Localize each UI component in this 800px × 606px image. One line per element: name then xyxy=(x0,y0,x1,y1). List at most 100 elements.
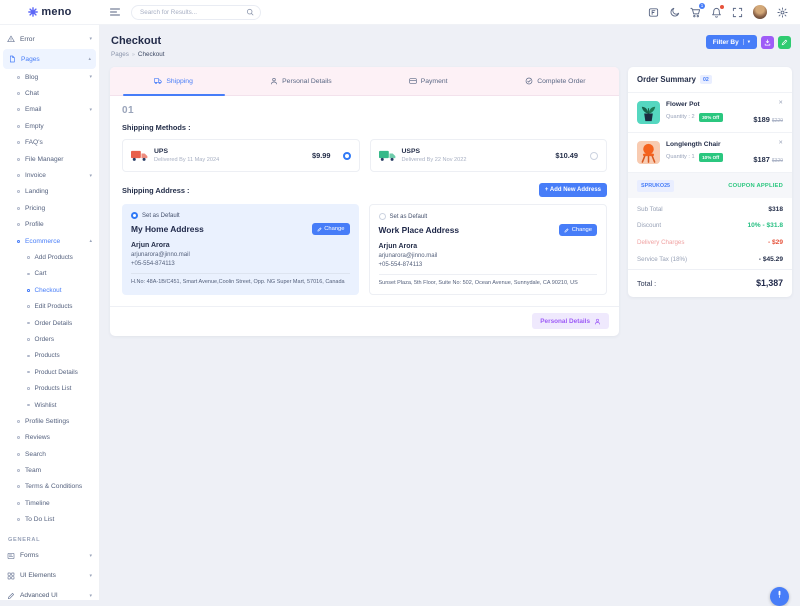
flower-pot-image xyxy=(637,101,660,124)
bullet-icon xyxy=(27,322,30,325)
sidebar-item-forms[interactable]: Forms ▾ xyxy=(0,546,99,566)
method-delivery: Delivered By 22 Nov 2022 xyxy=(402,157,467,163)
sidebar-item-terms-conditions[interactable]: Terms & Conditions xyxy=(0,479,99,495)
chevron-icon: ▴ xyxy=(88,56,91,62)
tab-payment[interactable]: Payment xyxy=(365,67,492,95)
total-label: Total : xyxy=(637,279,656,288)
download-button[interactable] xyxy=(761,36,774,49)
theme-switcher-button[interactable] xyxy=(770,587,789,606)
sidebar-item-invoice[interactable]: Invoice ▾ xyxy=(0,167,99,183)
sidebar-item-label: Orders xyxy=(35,336,55,343)
sidebar-item-ui-elements[interactable]: UI Elements ▾ xyxy=(0,566,99,586)
sidebar-item-label: Profile Settings xyxy=(25,418,69,425)
tab-personal-details[interactable]: Personal Details xyxy=(237,67,364,95)
cart-icon[interactable]: 1 xyxy=(690,7,701,18)
notifications-icon[interactable] xyxy=(711,7,722,18)
sidebar-item-products[interactable]: Products xyxy=(0,348,99,364)
close-icon[interactable]: ✕ xyxy=(778,101,783,107)
shipping-method-usps[interactable]: USPS Delivered By 22 Nov 2022 $10.49 xyxy=(370,139,608,172)
sidebar-toggle-icon[interactable] xyxy=(109,6,121,18)
add-new-address-button[interactable]: + Add New Address xyxy=(539,183,607,197)
sidebar-item-label: Terms & Conditions xyxy=(25,483,82,490)
edit-button[interactable] xyxy=(778,36,791,49)
navbar-actions: 1 xyxy=(648,5,800,19)
sidebar-item-profile-settings[interactable]: Profile Settings xyxy=(0,413,99,429)
breadcrumb-parent[interactable]: Pages xyxy=(111,51,129,58)
sidebar-item-ecommerce[interactable]: Ecommerce ▴ xyxy=(0,233,99,249)
tab-complete-order[interactable]: Complete Order xyxy=(492,67,619,95)
method-radio[interactable] xyxy=(590,152,598,160)
sidebar-item-reviews[interactable]: Reviews xyxy=(0,430,99,446)
bullet-icon xyxy=(17,485,20,488)
sidebar-item-label: Add Products xyxy=(35,254,73,261)
fullscreen-icon[interactable] xyxy=(732,7,743,18)
method-delivery: Delivered By 11 May 2024 xyxy=(154,157,219,163)
sidebar-item-profile[interactable]: Profile xyxy=(0,217,99,233)
bullet-icon xyxy=(17,436,20,439)
summary-label: Discount xyxy=(637,222,661,229)
method-radio[interactable] xyxy=(343,152,351,160)
sidebar-item-chat[interactable]: Chat xyxy=(0,85,99,101)
default-address-radio[interactable] xyxy=(131,212,138,219)
sidebar-item-faq-s[interactable]: FAQ's xyxy=(0,135,99,151)
set-default-label: Set as Default xyxy=(390,214,428,220)
sidebar-item-edit-products[interactable]: Edit Products xyxy=(0,298,99,314)
sidebar-item-to-do-list[interactable]: To Do List xyxy=(0,512,99,528)
card-icon xyxy=(409,77,417,85)
sidebar-item-order-details[interactable]: Order Details xyxy=(0,315,99,331)
sidebar-item-wishlist[interactable]: Wishlist xyxy=(0,397,99,413)
logo-text: meno xyxy=(41,6,71,18)
sidebar-item-products-list[interactable]: Products List xyxy=(0,380,99,396)
bullet-icon xyxy=(17,223,20,226)
close-icon[interactable]: ✕ xyxy=(778,141,783,147)
bullet-icon xyxy=(17,420,20,423)
sidebar-item-advanced-ui[interactable]: Advanced UI ▾ xyxy=(0,586,99,600)
sidebar-item-pages[interactable]: Pages ▴ xyxy=(3,49,96,69)
sidebar-item-email[interactable]: Email ▾ xyxy=(0,102,99,118)
search-input[interactable] xyxy=(138,8,242,17)
shipping-address-title: Shipping Address : xyxy=(122,186,189,195)
method-price: $10.49 xyxy=(555,151,584,160)
change-address-button[interactable]: Change xyxy=(559,224,597,236)
sidebar-item-pricing[interactable]: Pricing xyxy=(0,200,99,216)
recipient-email: arjunarora@jinno.mail xyxy=(379,253,598,259)
shipping-method-ups[interactable]: UPS Delivered By 11 May 2024 $9.99 xyxy=(122,139,360,172)
sidebar-item-cart[interactable]: Cart xyxy=(0,266,99,282)
sidebar-item-file-manager[interactable]: File Manager xyxy=(0,151,99,167)
sidebar-item-empty[interactable]: Empty xyxy=(0,118,99,134)
search-icon[interactable] xyxy=(246,8,254,16)
sidebar-item-label: Edit Products xyxy=(35,303,73,310)
step-number: 01 xyxy=(122,105,607,116)
bullet-icon xyxy=(27,387,30,390)
sidebar-item-add-products[interactable]: Add Products xyxy=(0,249,99,265)
sidebar-item-timeline[interactable]: Timeline xyxy=(0,495,99,511)
app-logo[interactable]: meno xyxy=(0,6,100,18)
bullet-icon xyxy=(17,141,20,144)
order-item-longlength-chair: Longlength Chair Quantity : 1 10% Off ✕ … xyxy=(628,133,792,173)
sidebar-item-error[interactable]: Error ▾ xyxy=(0,29,99,49)
change-address-button[interactable]: Change xyxy=(312,223,350,235)
old-price: $229 xyxy=(772,118,783,124)
sidebar-item-blog[interactable]: Blog ▾ xyxy=(0,69,99,85)
sidebar-item-landing[interactable]: Landing xyxy=(0,184,99,200)
sidebar-item-orders[interactable]: Orders xyxy=(0,331,99,347)
chevron-icon: ▾ xyxy=(89,593,92,599)
tab-shipping[interactable]: Shipping xyxy=(110,67,237,95)
bullet-icon xyxy=(17,518,20,521)
sidebar-item-product-details[interactable]: Product Details xyxy=(0,364,99,380)
gear-icon[interactable] xyxy=(777,7,788,18)
flag-icon[interactable] xyxy=(648,7,659,18)
moon-icon[interactable] xyxy=(669,7,680,18)
total-value: $1,387 xyxy=(756,278,783,288)
next-step-button[interactable]: Personal Details xyxy=(532,313,609,329)
filter-by-button[interactable]: Filter By ▾ xyxy=(706,35,757,49)
sidebar-item-checkout[interactable]: Checkout xyxy=(0,282,99,298)
pages-icon xyxy=(8,55,16,63)
download-icon xyxy=(764,39,771,46)
product-name: Flower Pot xyxy=(666,101,723,108)
avatar[interactable] xyxy=(753,5,767,19)
sidebar-item-team[interactable]: Team xyxy=(0,462,99,478)
order-summary-card: Order Summary 02 Flower Pot Quantity : 2… xyxy=(628,67,792,297)
default-address-radio[interactable] xyxy=(379,213,386,220)
sidebar-item-search[interactable]: Search xyxy=(0,446,99,462)
